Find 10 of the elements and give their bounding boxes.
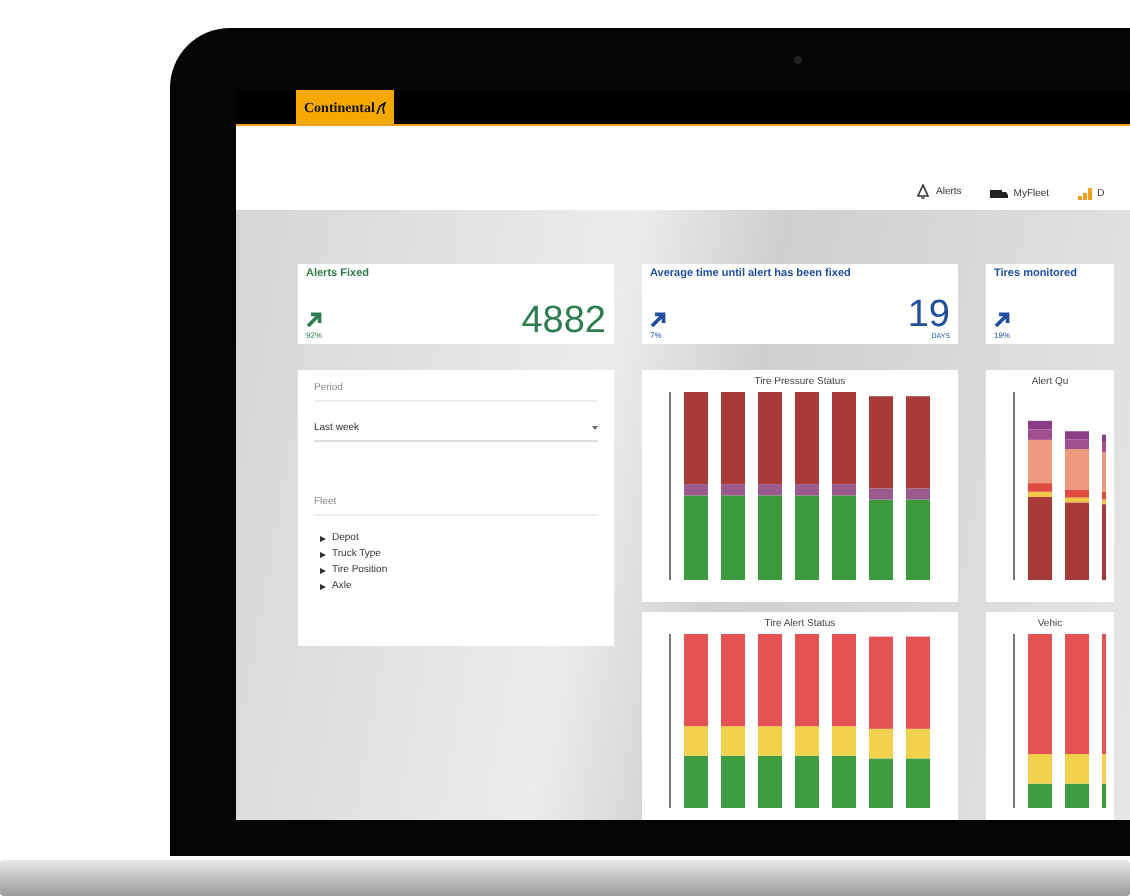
triangle-icon — [320, 551, 326, 557]
triangle-icon — [320, 567, 326, 573]
bar-chart-icon — [1077, 188, 1092, 200]
triangle-icon — [320, 583, 326, 589]
bell-icon — [916, 184, 930, 200]
caret-icon — [592, 426, 598, 430]
kpi-value: 19 — [907, 295, 950, 333]
kpi-value: 4882 — [521, 302, 606, 340]
truck-icon — [989, 188, 1008, 200]
triangle-icon — [320, 535, 326, 541]
